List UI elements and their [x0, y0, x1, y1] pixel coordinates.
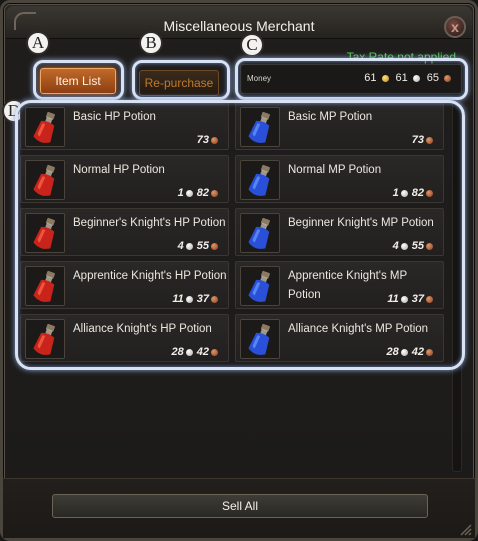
callout-marker-a: A	[26, 31, 50, 55]
highlight-tab-item-list	[33, 60, 124, 100]
callout-marker-c: C	[240, 33, 264, 57]
highlight-item-list	[15, 100, 465, 370]
window-title: Miscellaneous Merchant	[163, 18, 315, 34]
highlight-money-panel	[235, 58, 468, 100]
highlight-tab-repurchase	[132, 60, 230, 100]
resize-grip-icon[interactable]	[458, 522, 472, 536]
title-bar[interactable]: Miscellaneous Merchant x	[6, 6, 472, 39]
callout-marker-b: B	[139, 31, 163, 55]
close-icon[interactable]: x	[444, 16, 466, 38]
sell-all-button[interactable]: Sell All	[52, 494, 428, 518]
